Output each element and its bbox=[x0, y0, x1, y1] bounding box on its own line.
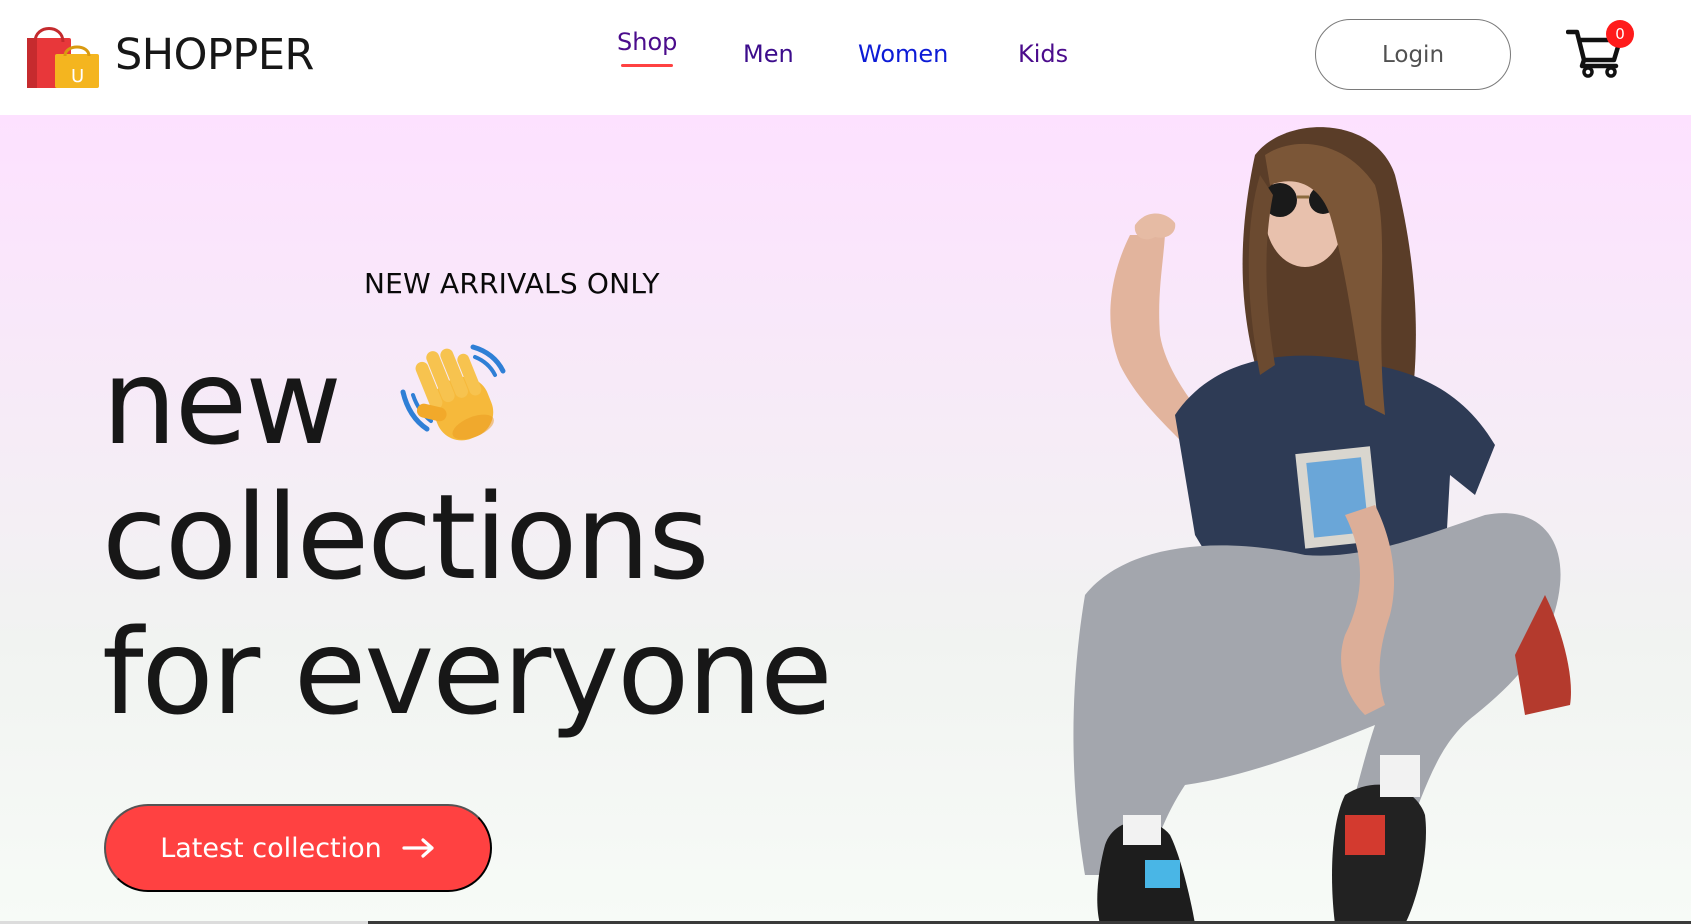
latest-collection-button[interactable]: Latest collection bbox=[104, 804, 492, 892]
brand-name: SHOPPER bbox=[115, 30, 314, 80]
cart-count-badge: 0 bbox=[1606, 20, 1634, 48]
nav-item-label: Shop bbox=[617, 28, 678, 56]
hero-section: NEW ARRIVALS ONLY new collections for ev… bbox=[0, 115, 1691, 924]
login-button[interactable]: Login bbox=[1315, 19, 1511, 90]
hero-model-image bbox=[1073, 127, 1571, 924]
navbar: U SHOPPER Shop Men Women Kids Login 0 bbox=[0, 0, 1691, 115]
nav-item-men[interactable]: Men bbox=[743, 40, 794, 68]
nav-item-label: Kids bbox=[1018, 40, 1069, 68]
shopping-bag-logo-icon: U bbox=[27, 27, 99, 88]
nav-item-kids[interactable]: Kids bbox=[1018, 40, 1068, 68]
arrow-right-icon bbox=[402, 838, 434, 858]
cta-label: Latest collection bbox=[160, 832, 382, 864]
brand-logo[interactable]: U SHOPPER bbox=[25, 20, 314, 90]
hero-headline-line1: new bbox=[102, 333, 342, 471]
hero-headline-line2: collections bbox=[102, 468, 710, 606]
waving-hand-icon bbox=[400, 344, 506, 441]
logo-letter: U bbox=[71, 66, 84, 87]
hero-headline-line3: for everyone bbox=[102, 603, 833, 741]
active-underline bbox=[621, 64, 674, 67]
nav-item-women[interactable]: Women bbox=[858, 40, 948, 68]
nav-item-shop[interactable]: Shop bbox=[617, 28, 677, 67]
nav-item-label: Men bbox=[743, 40, 794, 68]
nav-item-label: Women bbox=[858, 40, 949, 68]
hero-tagline: NEW ARRIVALS ONLY bbox=[364, 267, 660, 300]
